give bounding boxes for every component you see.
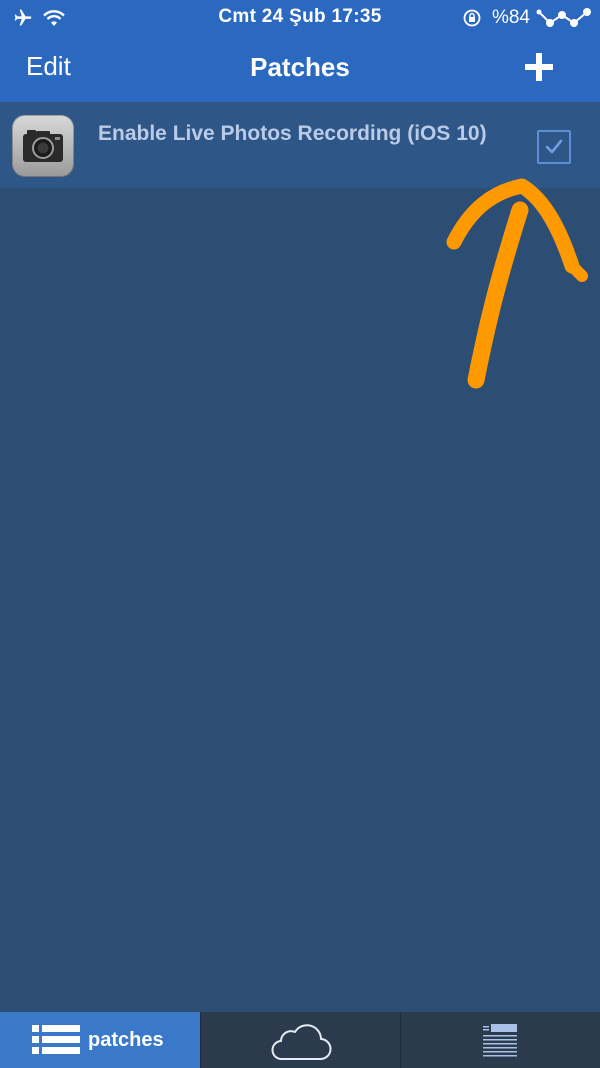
annotation-arrow (446, 178, 588, 389)
rotation-lock-icon (463, 9, 481, 27)
screen: Cmt 24 Şub 17:35 %84 Edit Patches Enable… (0, 0, 600, 1068)
patch-enabled-checkbox[interactable] (537, 130, 571, 164)
checkmark-icon (545, 139, 563, 154)
tab-log[interactable] (400, 1012, 600, 1068)
patch-row[interactable]: Enable Live Photos Recording (iOS 10) (0, 102, 600, 188)
graph-icon (536, 8, 591, 27)
nav-bar: Edit Patches (0, 36, 600, 102)
tab-patches-label: patches (88, 1029, 164, 1051)
camera-icon (12, 115, 74, 177)
status-right: %84 (462, 5, 592, 31)
plus-icon (525, 53, 553, 81)
log-icon (483, 1024, 517, 1057)
add-patch-button[interactable] (522, 50, 556, 84)
tab-bar: patches (0, 1012, 600, 1068)
tab-patches[interactable]: patches (0, 1012, 200, 1068)
list-icon (32, 1025, 80, 1054)
patch-title: Enable Live Photos Recording (iOS 10) (98, 122, 487, 145)
cloud-icon (271, 1024, 332, 1061)
battery-percent: %84 (491, 7, 530, 28)
tab-cloud[interactable] (200, 1012, 400, 1068)
status-bar: Cmt 24 Şub 17:35 %84 (0, 0, 600, 36)
page-title: Patches (250, 52, 350, 82)
